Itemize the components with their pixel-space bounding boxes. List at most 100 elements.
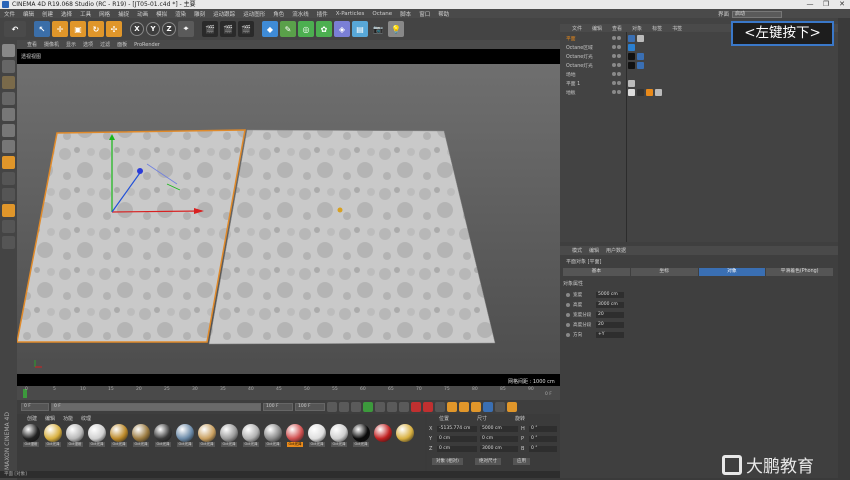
octane-tag-icon[interactable]	[628, 35, 635, 42]
material-swatch[interactable]: Oct光泽	[219, 424, 239, 448]
magnet-icon[interactable]	[2, 204, 15, 217]
tab-basic[interactable]: 基本	[563, 268, 630, 276]
material-swatch[interactable]: Oct光泽	[351, 424, 371, 448]
snap-icon[interactable]	[2, 188, 15, 201]
tweak-icon[interactable]	[2, 172, 15, 185]
menu-mograph[interactable]: 运动图形	[243, 10, 265, 18]
material-tag-icon[interactable]	[655, 89, 662, 96]
viewport-menu-panel[interactable]: 面板	[117, 41, 127, 48]
next-key-icon[interactable]	[387, 402, 397, 412]
play-icon[interactable]	[363, 402, 373, 412]
cube-icon[interactable]: ◆	[262, 21, 278, 37]
rotate-icon[interactable]: ↻	[88, 21, 104, 37]
render-view-icon[interactable]: 🎬	[202, 21, 218, 37]
object-visibility-flags[interactable]	[612, 71, 626, 78]
octane-light-tag-icon[interactable]	[628, 62, 635, 69]
material-swatch[interactable]	[373, 424, 393, 448]
object-visibility-flags[interactable]	[612, 35, 626, 42]
tab-coord[interactable]: 坐标	[630, 268, 698, 276]
objmenu-view[interactable]: 查看	[612, 25, 622, 32]
coord-mode-dropdown[interactable]: 对象 (相对)	[432, 458, 463, 465]
material-swatch[interactable]: Oct光泽	[197, 424, 217, 448]
material-swatch[interactable]: Oct光泽	[329, 424, 349, 448]
menu-window[interactable]: 窗口	[419, 10, 430, 18]
material-swatch[interactable]: Oct光泽	[87, 424, 107, 448]
texture-mode-icon[interactable]	[2, 76, 15, 89]
menu-xparticles[interactable]: X-Particles	[336, 11, 365, 17]
object-visibility-flags[interactable]	[612, 62, 626, 69]
menu-edit[interactable]: 编辑	[23, 10, 34, 18]
rotation-h-field[interactable]: 0 °	[529, 425, 557, 432]
recent-tools-icon[interactable]: ✣	[106, 21, 122, 37]
goto-end-icon[interactable]	[399, 402, 409, 412]
close-button[interactable]: ✕	[834, 0, 850, 9]
undo-icon[interactable]: ↶	[4, 21, 26, 37]
apply-button[interactable]: 应用	[512, 458, 530, 465]
lock-workplane-icon[interactable]	[2, 220, 15, 233]
octane-tag-icon[interactable]	[637, 62, 644, 69]
viewport-menu-view[interactable]: 查看	[27, 41, 37, 48]
attrmenu-mode[interactable]: 模式	[572, 247, 582, 254]
live-selection-icon[interactable]: ↖	[34, 21, 50, 37]
menu-tools[interactable]: 工具	[80, 10, 91, 18]
pen-icon[interactable]: ✎	[280, 21, 296, 37]
menu-render[interactable]: 渲染	[175, 10, 186, 18]
z-axis-toggle[interactable]: Z	[162, 22, 176, 36]
material-menu-edit[interactable]: 编辑	[45, 415, 55, 422]
width-field[interactable]: 5000 cm	[596, 292, 624, 298]
array-icon[interactable]: ✿	[316, 21, 332, 37]
tab-phong[interactable]: 平滑着色(Phong)	[766, 268, 833, 276]
size-y-field[interactable]: 0 cm	[480, 435, 518, 442]
attrmenu-userdata[interactable]: 用户数据	[606, 247, 626, 254]
rotation-b-field[interactable]: 0 °	[529, 445, 557, 452]
key-scale-icon[interactable]	[459, 402, 469, 412]
octane-tag-icon[interactable]	[637, 53, 644, 60]
material-menu-create[interactable]: 创建	[27, 415, 37, 422]
x-axis-toggle[interactable]: X	[130, 22, 144, 36]
menu-snap[interactable]: 捕捉	[118, 10, 129, 18]
y-axis-toggle[interactable]: Y	[146, 22, 160, 36]
prev-key-icon[interactable]	[339, 402, 349, 412]
viewport-menu-display[interactable]: 显示	[66, 41, 76, 48]
menu-help[interactable]: 帮助	[438, 10, 449, 18]
object-row[interactable]: 场地	[566, 70, 838, 79]
deformer-icon[interactable]: ◈	[334, 21, 350, 37]
layout-dropdown[interactable]: 启动	[732, 10, 782, 18]
material-swatch[interactable]	[395, 424, 415, 448]
object-visibility-flags[interactable]	[612, 44, 626, 51]
object-row[interactable]: 地板	[566, 88, 838, 97]
key-pla-icon[interactable]	[495, 402, 505, 412]
animation-dot-icon[interactable]	[566, 293, 570, 297]
material-swatch[interactable]: Oct漫射	[21, 424, 41, 448]
viewport-menu-prorender[interactable]: ProRender	[134, 42, 160, 48]
prev-frame-icon[interactable]	[351, 402, 361, 412]
menu-pipeline[interactable]: 流水线	[292, 10, 309, 18]
position-y-field[interactable]: 0 cm	[437, 435, 477, 442]
material-tag-icon[interactable]	[646, 89, 653, 96]
objmenu-file[interactable]: 文件	[572, 25, 582, 32]
octane-light-tag-icon[interactable]	[628, 44, 635, 51]
height-segments-field[interactable]: 20	[596, 322, 624, 328]
material-tag-icon[interactable]	[628, 80, 635, 87]
material-swatch[interactable]: Oct光泽	[175, 424, 195, 448]
subdivision-icon[interactable]: ◎	[298, 21, 314, 37]
material-tag-icon[interactable]	[628, 89, 635, 96]
material-tag-icon[interactable]	[637, 89, 644, 96]
edges-mode-icon[interactable]	[2, 124, 15, 137]
camera-icon[interactable]: 📷	[370, 21, 386, 37]
planar-workplane-icon[interactable]	[2, 236, 15, 249]
material-swatch[interactable]: Oct光泽	[109, 424, 129, 448]
polygons-mode-icon[interactable]	[2, 140, 15, 153]
menu-sculpt[interactable]: 雕刻	[194, 10, 205, 18]
tab-object[interactable]: 对象	[698, 268, 766, 276]
width-segments-field[interactable]: 20	[596, 312, 624, 318]
record-icon[interactable]	[411, 402, 421, 412]
size-x-field[interactable]: 5000 cm	[480, 425, 518, 432]
goto-start-icon[interactable]	[327, 402, 337, 412]
timeline-ruler[interactable]: 0 5 10 15 20 25 30 35 40 45 50 55 60 65 …	[17, 386, 560, 400]
objmenu-edit[interactable]: 编辑	[592, 25, 602, 32]
menu-select[interactable]: 选择	[61, 10, 72, 18]
max-frame-field[interactable]: 100 F	[295, 403, 325, 411]
material-swatch[interactable]: Oct漫射	[65, 424, 85, 448]
model-mode-icon[interactable]	[2, 60, 15, 73]
